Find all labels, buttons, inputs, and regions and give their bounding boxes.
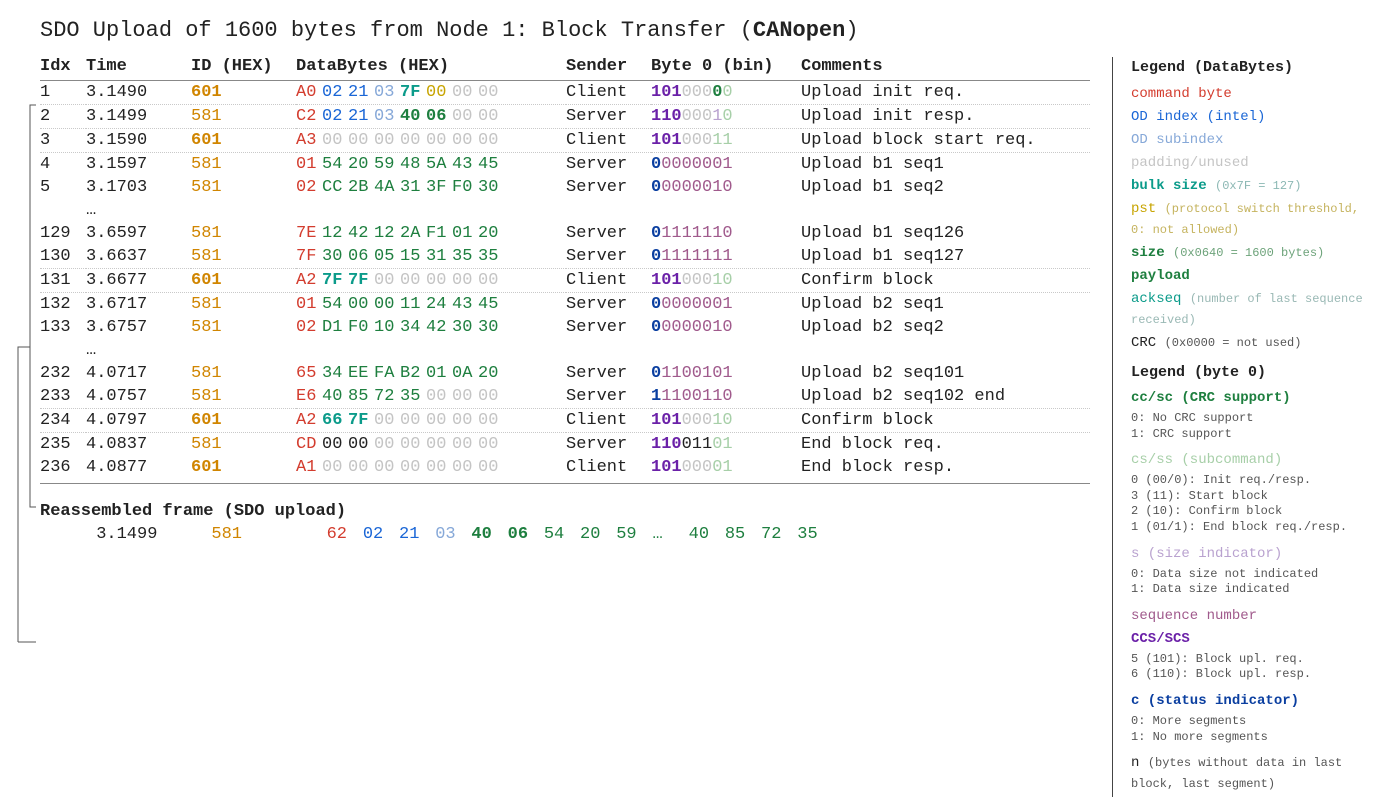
table-row: 235 4.0837 581 CD00000000000000 Server 1…	[40, 433, 1090, 457]
col-time: Time	[86, 57, 191, 81]
legend-item: ackseq (number of last sequence received…	[1131, 289, 1380, 331]
legend-databytes-title: Legend (DataBytes)	[1131, 57, 1380, 80]
table-header: Idx Time ID (HEX) DataBytes (HEX) Sender…	[40, 57, 1090, 81]
legend-item: bulk size (0x7F = 127)	[1131, 176, 1380, 197]
table-row: 2 3.1499 581 C202210340060000 Server 110…	[40, 105, 1090, 129]
legend-item: payload	[1131, 266, 1380, 287]
legend-item: command byte	[1131, 84, 1380, 105]
legend-item: sequence number	[1131, 606, 1380, 627]
legend-item: c (status indicator)	[1131, 691, 1380, 712]
reassembled-row: 3.1499 581 62 02 21 03 40 06 54 20 59 … …	[40, 525, 1090, 544]
legend-item: CCS/SCS	[1131, 629, 1380, 650]
table-row: 130 3.6637 581 7F30060515313535 Server 0…	[40, 245, 1090, 269]
table-row: …	[40, 199, 1090, 222]
table-row: 133 3.6757 581 02D1F01034423030 Server 0…	[40, 316, 1090, 339]
table-row: 5 3.1703 581 02CC2B4A313FF030 Server 000…	[40, 176, 1090, 199]
table-row: 236 4.0877 601 A100000000000000 Client 1…	[40, 456, 1090, 479]
legend-item: cc/sc (CRC support)	[1131, 388, 1380, 409]
legend-byte0-title: Legend (byte 0)	[1131, 362, 1380, 385]
table-row: 132 3.6717 581 0154000011244345 Server 0…	[40, 293, 1090, 317]
col-data: DataBytes (HEX)	[296, 57, 566, 81]
table-row: 129 3.6597 581 7E1242122AF10120 Server 0…	[40, 222, 1090, 245]
legend-panel: Legend (DataBytes) command byteOD index …	[1112, 57, 1380, 797]
legend-item: s (size indicator)	[1131, 544, 1380, 565]
protocol-table: Idx Time ID (HEX) DataBytes (HEX) Sender…	[40, 57, 1090, 488]
table-row: 4 3.1597 581 01542059485A4345 Server 000…	[40, 153, 1090, 177]
legend-item: OD index (intel)	[1131, 107, 1380, 128]
reassembled-title: Reassembled frame (SDO upload)	[40, 502, 1090, 521]
table-row: 131 3.6677 601 A27F7F0000000000 Client 1…	[40, 269, 1090, 293]
legend-item: cs/ss (subcommand)	[1131, 450, 1380, 471]
col-comments: Comments	[801, 57, 1090, 81]
legend-item: CRC (0x0000 = not used)	[1131, 333, 1380, 354]
legend-item: size (0x0640 = 1600 bytes)	[1131, 243, 1380, 264]
table-row: …	[40, 339, 1090, 362]
legend-item: n (bytes without data in last block, las…	[1131, 753, 1380, 795]
col-byte0: Byte 0 (bin)	[651, 57, 801, 81]
connector-lines	[6, 87, 40, 697]
table-row: 1 3.1490 601 A00221037F000000 Client 101…	[40, 81, 1090, 105]
table-row: 233 4.0757 581 E640857235000000 Server 1…	[40, 385, 1090, 409]
col-idx: Idx	[40, 57, 86, 81]
legend-item: OD subindex	[1131, 130, 1380, 151]
legend-item: padding/unused	[1131, 153, 1380, 174]
col-id: ID (HEX)	[191, 57, 296, 81]
legend-item: pst (protocol switch threshold, 0: not a…	[1131, 199, 1380, 241]
table-row: 3 3.1590 601 A300000000000000 Client 101…	[40, 129, 1090, 153]
table-row: 232 4.0717 581 6534EEFAB2010A20 Server 0…	[40, 362, 1090, 385]
col-sender: Sender	[566, 57, 651, 81]
page-title: SDO Upload of 1600 bytes from Node 1: Bl…	[40, 18, 1380, 43]
table-row: 234 4.0797 601 A2667F0000000000 Client 1…	[40, 409, 1090, 433]
